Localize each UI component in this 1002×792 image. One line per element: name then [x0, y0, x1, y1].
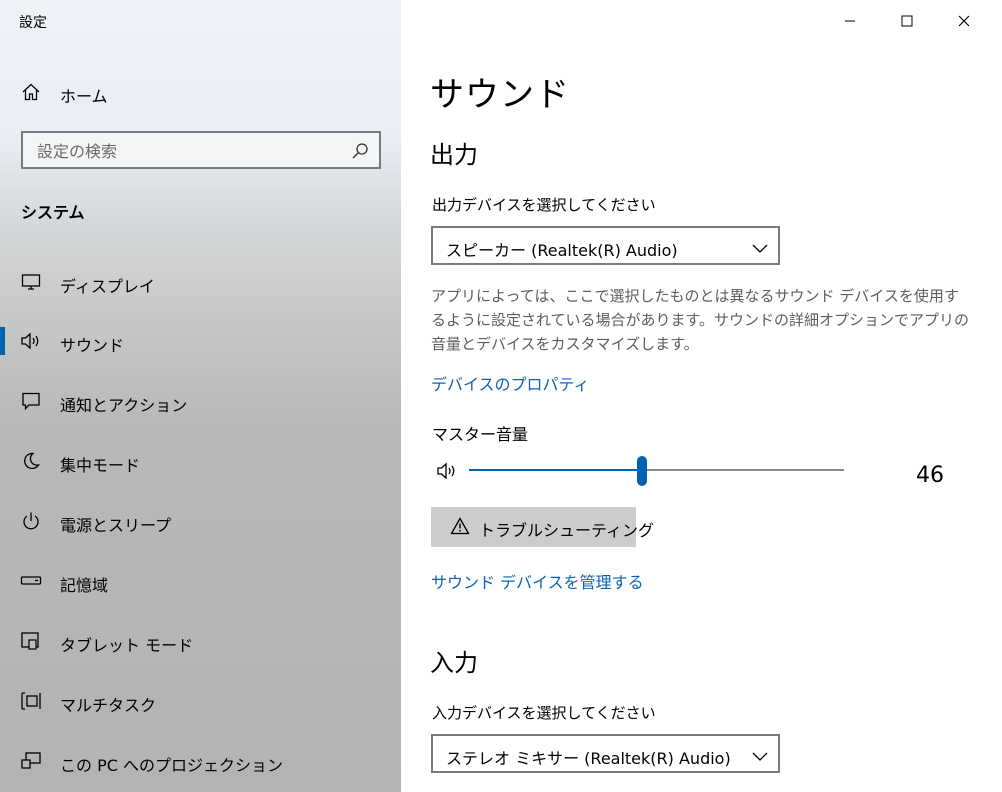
- sidebar-item-label: タブレット モード: [60, 636, 194, 655]
- sidebar-item-tablet[interactable]: タブレット モード: [0, 621, 401, 661]
- device-properties-link[interactable]: デバイスのプロパティ: [431, 371, 590, 395]
- slider-thumb[interactable]: [636, 456, 647, 486]
- output-heading: 出力: [430, 141, 478, 169]
- sidebar-item-label: ディスプレイ: [60, 277, 155, 296]
- home-nav-item[interactable]: ホーム: [0, 72, 401, 112]
- sidebar-item-storage[interactable]: 記憶域: [0, 561, 401, 601]
- tablet-icon: [20, 631, 42, 651]
- moon-icon: [20, 451, 42, 471]
- maximize-icon: [901, 15, 913, 27]
- input-device-label: 入力デバイスを選択してください: [432, 704, 656, 722]
- master-volume-value: 46: [916, 463, 944, 488]
- minimize-icon: [845, 20, 855, 22]
- output-description: アプリによっては、ここで選択したものとは異なるサウンド デバイスを使用するように…: [431, 287, 970, 353]
- input-device-value: ステレオ ミキサー (Realtek(R) Audio): [446, 749, 731, 768]
- sidebar-item-label: この PC へのプロジェクション: [60, 756, 283, 775]
- input-device-dropdown[interactable]: ステレオ ミキサー (Realtek(R) Audio): [431, 734, 780, 773]
- master-volume-label: マスター音量: [432, 425, 529, 444]
- search-box[interactable]: [21, 131, 381, 169]
- sidebar-item-label: 集中モード: [60, 456, 141, 475]
- sidebar-item-display[interactable]: ディスプレイ: [0, 262, 401, 302]
- home-icon: [20, 82, 42, 102]
- search-input[interactable]: [37, 140, 337, 162]
- section-title: システム: [21, 203, 85, 222]
- chevron-down-icon: [752, 747, 768, 766]
- chevron-down-icon: [752, 239, 768, 258]
- window-title: 設定: [19, 15, 47, 31]
- sound-icon: [20, 331, 42, 351]
- sidebar-item-label: 通知とアクション: [60, 396, 188, 415]
- notification-icon: [20, 391, 42, 411]
- maximize-button[interactable]: [879, 0, 935, 42]
- output-device-dropdown[interactable]: スピーカー (Realtek(R) Audio): [431, 226, 780, 265]
- page-title: サウンド: [430, 75, 570, 115]
- warning-icon: [450, 517, 470, 538]
- sidebar-item-label: サウンド: [60, 336, 125, 355]
- sidebar-item-sound[interactable]: サウンド: [0, 321, 401, 361]
- output-device-value: スピーカー (Realtek(R) Audio): [446, 241, 678, 260]
- display-icon: [20, 272, 42, 292]
- close-icon: [958, 15, 970, 27]
- manage-sound-devices-link[interactable]: サウンド デバイスを管理する: [431, 569, 644, 593]
- sidebar-item-notifications[interactable]: 通知とアクション: [0, 381, 401, 421]
- sidebar: 設定 ホーム システム ディスプレイ サウンド 通知とアクション: [0, 0, 401, 792]
- close-button[interactable]: [936, 0, 992, 42]
- slider-fill: [469, 469, 642, 471]
- sidebar-item-label: マルチタスク: [60, 696, 157, 715]
- power-icon: [20, 511, 42, 531]
- storage-icon: [20, 571, 42, 591]
- projection-icon: [20, 751, 42, 771]
- master-volume-slider[interactable]: [469, 455, 844, 487]
- multitask-icon: [20, 691, 42, 711]
- speaker-icon[interactable]: [436, 461, 458, 485]
- sidebar-item-focus[interactable]: 集中モード: [0, 441, 401, 481]
- minimize-button[interactable]: [822, 0, 878, 42]
- sidebar-item-power[interactable]: 電源とスリープ: [0, 501, 401, 541]
- troubleshoot-button[interactable]: トラブルシューティング: [431, 507, 654, 547]
- troubleshoot-label: トラブルシューティング: [479, 523, 655, 540]
- output-device-label: 出力デバイスを選択してください: [432, 196, 656, 214]
- sidebar-item-label: 記憶域: [60, 576, 109, 595]
- home-label: ホーム: [60, 87, 108, 106]
- search-icon[interactable]: [351, 142, 369, 164]
- window-controls: [822, 0, 1002, 42]
- sidebar-item-multitasking[interactable]: マルチタスク: [0, 681, 401, 721]
- sidebar-item-label: 電源とスリープ: [60, 516, 172, 535]
- sidebar-item-projection[interactable]: この PC へのプロジェクション: [0, 741, 401, 781]
- input-heading: 入力: [430, 649, 478, 677]
